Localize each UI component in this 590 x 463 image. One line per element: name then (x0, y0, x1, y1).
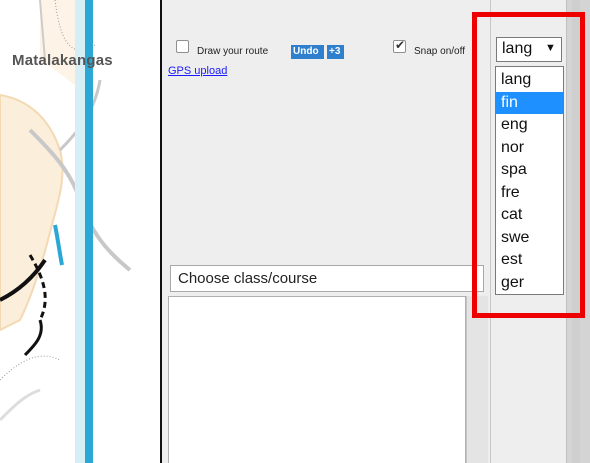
draw-route-label: Draw your route (197, 46, 269, 57)
snap-checkbox[interactable] (393, 38, 406, 53)
language-options-list[interactable]: lang fin eng nor spa fre cat swe est ger (495, 66, 564, 295)
map-place-label: Matalakangas (12, 52, 113, 69)
language-option[interactable]: nor (496, 137, 563, 160)
language-option[interactable]: est (496, 249, 563, 272)
map-view[interactable]: Matalakangas ke (0, 0, 160, 463)
map-graphics (0, 0, 132, 463)
language-option[interactable]: fre (496, 182, 563, 205)
chevron-down-icon: ▼ (470, 270, 479, 280)
language-option[interactable]: eng (496, 114, 563, 137)
language-option[interactable]: fin (496, 91, 563, 114)
course-list[interactable] (168, 296, 466, 463)
plus-button[interactable]: +3 (327, 45, 344, 59)
course-list-scrollbar[interactable] (466, 296, 488, 463)
page-scrollbar-thumb[interactable] (572, 0, 580, 463)
undo-button[interactable]: Undo (291, 45, 324, 59)
language-option[interactable]: lang (496, 69, 563, 92)
language-option[interactable]: swe (496, 227, 563, 250)
triangle-down-icon: ▼ (545, 42, 556, 54)
class-course-select[interactable]: Choose class/course (170, 265, 484, 292)
gps-upload-link[interactable]: GPS upload (168, 65, 227, 77)
language-option[interactable]: cat (496, 204, 563, 227)
draw-route-checkbox[interactable] (176, 40, 189, 53)
snap-label: Snap on/off (414, 46, 465, 57)
language-option[interactable]: spa (496, 159, 563, 182)
language-option[interactable]: ger (496, 272, 563, 295)
